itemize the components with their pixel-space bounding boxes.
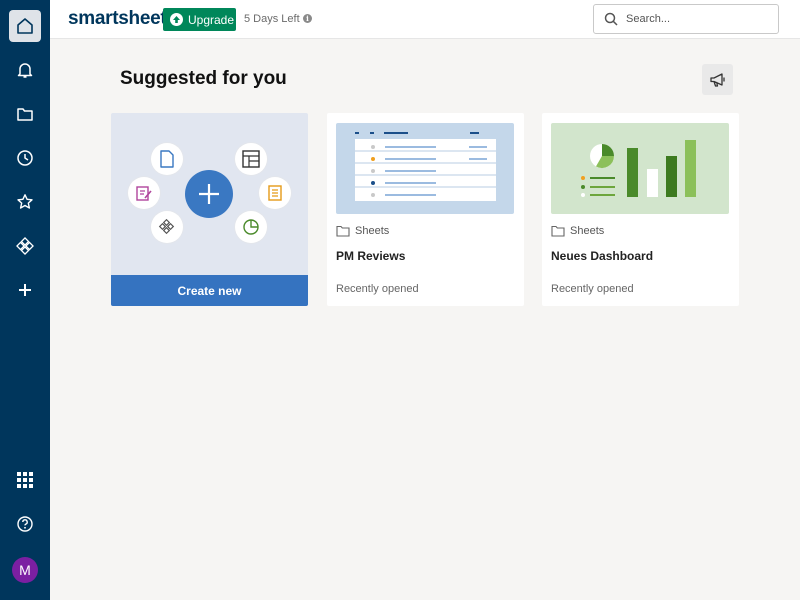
recents-button[interactable] <box>9 142 41 174</box>
sidebar: M <box>0 0 50 600</box>
workapp-template-icon <box>151 211 183 243</box>
home-button[interactable] <box>9 10 41 42</box>
card-type: Sheets <box>551 225 604 237</box>
browse-button[interactable] <box>9 98 41 130</box>
top-bar: smartsheet Upgrade 5 Days Left i <box>50 0 800 39</box>
card-title[interactable]: PM Reviews <box>336 249 405 263</box>
announcements-button[interactable] <box>702 64 733 95</box>
bell-icon <box>17 63 33 78</box>
launcher-button[interactable] <box>9 464 41 496</box>
help-icon <box>17 516 33 532</box>
card-type-label: Sheets <box>570 225 605 237</box>
card-subtitle: Recently opened <box>551 283 634 295</box>
upgrade-button[interactable]: Upgrade <box>163 8 236 31</box>
dashboard-template-icon <box>235 211 267 243</box>
search-input[interactable] <box>626 13 766 25</box>
card-type-label: Sheets <box>355 225 390 237</box>
home-icon <box>17 18 33 34</box>
dashboard-thumbnail <box>551 123 729 214</box>
recent-card-pm-reviews[interactable]: Sheets PM Reviews Recently opened <box>327 113 524 306</box>
create-plus-icon <box>185 170 233 218</box>
form-template-icon <box>128 177 160 209</box>
avatar[interactable]: M <box>12 557 38 583</box>
page-title: Suggested for you <box>120 68 287 89</box>
upgrade-arrow-icon <box>170 13 183 26</box>
favorites-button[interactable] <box>9 186 41 218</box>
folder-icon <box>336 225 350 237</box>
workapps-button[interactable] <box>9 230 41 262</box>
create-button[interactable] <box>9 274 41 306</box>
search-box[interactable] <box>593 4 779 34</box>
report-template-icon <box>259 177 291 209</box>
search-icon <box>604 12 618 26</box>
card-subtitle: Recently opened <box>336 283 419 295</box>
folder-icon <box>17 108 33 121</box>
app-logo[interactable]: smartsheet <box>68 8 167 30</box>
notifications-button[interactable] <box>9 54 41 86</box>
help-button[interactable] <box>9 508 41 540</box>
sheet-template-icon <box>151 143 183 175</box>
megaphone-icon <box>709 72 725 87</box>
grid-template-icon <box>235 143 267 175</box>
plus-icon <box>19 284 31 296</box>
grid-icon <box>17 472 33 488</box>
star-icon <box>17 194 33 209</box>
create-new-button[interactable]: Create new <box>111 275 308 306</box>
trial-status: 5 Days Left <box>244 13 300 25</box>
create-new-card[interactable]: Create new <box>111 113 308 306</box>
recent-card-neues-dashboard[interactable]: Sheets Neues Dashboard Recently opened <box>542 113 739 306</box>
sheet-thumbnail <box>336 123 514 214</box>
upgrade-label: Upgrade <box>188 12 235 27</box>
info-icon[interactable]: i <box>303 14 312 23</box>
card-title[interactable]: Neues Dashboard <box>551 249 653 263</box>
card-type: Sheets <box>336 225 389 237</box>
workapps-icon <box>16 237 34 255</box>
folder-icon <box>551 225 565 237</box>
clock-icon <box>17 150 33 166</box>
